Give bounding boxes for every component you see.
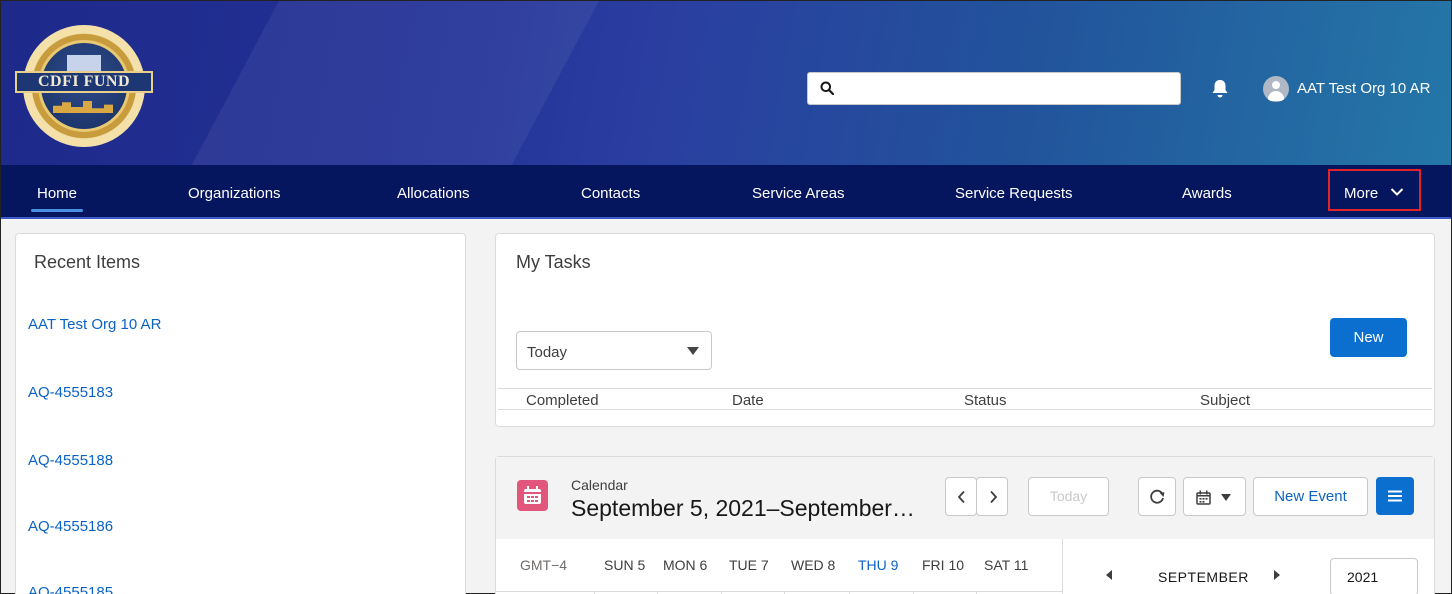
day-header[interactable]: SUN 5 [604, 557, 645, 573]
new-event-button[interactable]: New Event [1253, 477, 1368, 516]
my-tasks-title: My Tasks [516, 252, 591, 272]
nav-item-organizations[interactable]: Organizations [188, 185, 281, 202]
calendar-view-icon [1196, 490, 1211, 505]
avatar-head [1272, 81, 1280, 89]
mini-calendar-divider [1062, 539, 1063, 594]
today-button[interactable]: Today [1028, 477, 1109, 516]
previous-month-icon[interactable] [1106, 570, 1112, 580]
column-header-status[interactable]: Status [964, 392, 1007, 409]
day-header[interactable]: WED 8 [791, 557, 835, 573]
calendar-view-dropdown[interactable] [1183, 477, 1246, 516]
column-header-date[interactable]: Date [732, 392, 764, 409]
chevron-right-icon [990, 490, 998, 504]
tasks-filter-value: Today [527, 344, 568, 361]
column-header-subject[interactable]: Subject [1200, 392, 1250, 409]
week-grid-line [496, 591, 1062, 592]
notifications-bell-icon[interactable] [1211, 79, 1229, 99]
recent-item-link[interactable]: AAT Test Org 10 AR [28, 316, 161, 333]
day-header[interactable]: MON 6 [663, 557, 707, 573]
cdfi-fund-logo[interactable]: CDFI FUND [15, 25, 153, 147]
day-header-today[interactable]: THU 9 [858, 557, 898, 573]
calendar-icon [517, 480, 548, 511]
calendar-date-range: September 5, 2021–September… [571, 495, 915, 521]
day-header[interactable]: FRI 10 [922, 557, 964, 573]
main-nav: Home Organizations Allocations Contacts … [1, 165, 1451, 219]
refresh-button[interactable] [1138, 477, 1176, 516]
mini-calendar-year-select[interactable]: 2021 [1330, 558, 1418, 594]
calendar-header: Calendar September 5, 2021–September… To… [496, 457, 1434, 539]
day-header[interactable]: SAT 11 [984, 557, 1028, 573]
recent-item-link[interactable]: AQ-4555186 [28, 518, 113, 535]
nav-item-home[interactable]: Home [30, 185, 84, 212]
calendar-card: Calendar September 5, 2021–September… To… [495, 456, 1435, 594]
tasks-table-header: Completed Date Status Subject [498, 388, 1432, 410]
caret-down-icon [1221, 494, 1231, 501]
nav-item-service-requests[interactable]: Service Requests [955, 185, 1073, 202]
mini-calendar-month: SEPTEMBER [1158, 569, 1249, 585]
chevron-down-icon[interactable] [1390, 187, 1404, 197]
app-header: CDFI FUND AAT Test Org 10 AR [1, 1, 1451, 165]
avatar-body [1268, 91, 1284, 101]
next-month-icon[interactable] [1274, 570, 1280, 580]
calendar-list-view-button[interactable] [1376, 477, 1414, 515]
caret-down-icon [687, 347, 699, 355]
header-decoration [161, 1, 621, 165]
new-task-button[interactable]: New [1330, 318, 1407, 357]
nav-item-service-areas[interactable]: Service Areas [752, 185, 845, 202]
nav-more-label[interactable]: More [1344, 185, 1378, 202]
day-header[interactable]: TUE 7 [729, 557, 769, 573]
refresh-icon [1150, 489, 1165, 504]
timezone-label: GMT−4 [520, 557, 568, 573]
menu-icon [1388, 490, 1402, 502]
recent-items-panel: Recent Items AAT Test Org 10 AR AQ-45551… [15, 233, 466, 594]
recent-item-link[interactable]: AQ-4555185 [28, 584, 113, 594]
previous-week-button[interactable] [945, 477, 977, 516]
next-week-button[interactable] [976, 477, 1008, 516]
user-name[interactable]: AAT Test Org 10 AR [1297, 80, 1430, 97]
user-avatar-icon[interactable] [1263, 76, 1289, 102]
recent-items-title: Recent Items [34, 252, 141, 272]
global-search-input[interactable] [807, 72, 1181, 105]
logo-banner: CDFI FUND [15, 71, 153, 93]
recent-item-link[interactable]: AQ-4555183 [28, 384, 113, 401]
nav-item-contacts[interactable]: Contacts [581, 185, 640, 202]
tasks-filter-select[interactable]: Today [516, 331, 712, 370]
recent-item-link[interactable]: AQ-4555188 [28, 452, 113, 469]
search-icon [820, 81, 834, 95]
logo-building [67, 55, 101, 71]
column-header-completed[interactable]: Completed [526, 392, 599, 409]
chevron-left-icon [957, 490, 965, 504]
nav-item-awards[interactable]: Awards [1182, 185, 1232, 202]
nav-item-allocations[interactable]: Allocations [397, 185, 470, 202]
calendar-label: Calendar [571, 477, 628, 493]
my-tasks-card: My Tasks Today New Completed Date Status… [495, 233, 1435, 427]
